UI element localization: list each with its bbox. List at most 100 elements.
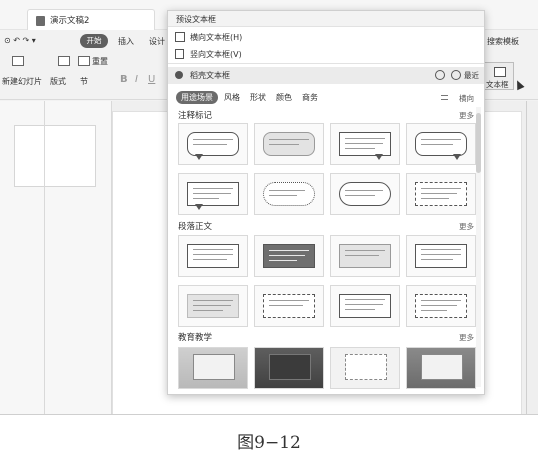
layout-icon[interactable] bbox=[58, 56, 70, 66]
template-card[interactable] bbox=[406, 235, 476, 277]
template-card[interactable] bbox=[254, 235, 324, 277]
speech-tail-icon bbox=[195, 154, 203, 160]
template-preview bbox=[255, 348, 323, 388]
template-card[interactable] bbox=[330, 347, 400, 389]
new-slide-icon[interactable] bbox=[12, 56, 24, 66]
template-preview bbox=[407, 348, 475, 388]
template-card[interactable] bbox=[254, 123, 324, 165]
tab-use-scene[interactable]: 用途场景 bbox=[176, 91, 218, 104]
category-tabs: 用途场景 风格 形状 颜色 商务 横向 bbox=[168, 89, 484, 107]
speech-tail-icon bbox=[453, 154, 461, 160]
section-title-education: 教育教学 bbox=[178, 333, 213, 343]
vertical-textbox-item[interactable]: 竖向文本框(V) bbox=[168, 46, 484, 63]
template-card[interactable] bbox=[330, 173, 400, 215]
scrollbar[interactable] bbox=[476, 107, 481, 387]
template-card[interactable] bbox=[406, 285, 476, 327]
template-preview bbox=[339, 244, 391, 268]
docer-textbox-label: 稻壳文本框 bbox=[190, 71, 230, 80]
speech-tail-icon bbox=[195, 204, 203, 210]
template-card[interactable] bbox=[254, 347, 324, 389]
textbox-button-label: 文本框 bbox=[486, 80, 509, 89]
panel-divider bbox=[44, 101, 45, 414]
vertical-textbox-icon bbox=[175, 49, 184, 59]
section-more-education[interactable]: 更多 bbox=[459, 332, 474, 343]
template-card[interactable] bbox=[406, 123, 476, 165]
template-card[interactable] bbox=[330, 285, 400, 327]
section-title-paragraph: 段落正文 bbox=[178, 222, 213, 232]
template-preview bbox=[339, 132, 391, 156]
recent-label[interactable]: 最近 bbox=[464, 70, 479, 81]
smile-icon[interactable] bbox=[435, 70, 445, 80]
speech-tail-icon bbox=[375, 154, 383, 160]
dropdown-header-title: 预设文本框 bbox=[176, 15, 216, 24]
template-preview bbox=[263, 294, 315, 318]
template-preview bbox=[331, 348, 399, 388]
italic-button[interactable]: I bbox=[135, 74, 138, 85]
bold-button[interactable]: B bbox=[120, 74, 128, 85]
menu-insert-tab[interactable]: 插入 bbox=[118, 36, 134, 47]
template-preview bbox=[415, 294, 467, 318]
docer-logo-icon bbox=[175, 71, 183, 79]
template-preview bbox=[187, 182, 239, 206]
slide-thumbnail[interactable] bbox=[14, 125, 96, 187]
scrollbar-thumb[interactable] bbox=[476, 113, 481, 173]
template-card[interactable] bbox=[178, 347, 248, 389]
window-right-border bbox=[526, 101, 527, 414]
horizontal-textbox-label: 横向文本框(H) bbox=[190, 33, 243, 42]
section-button[interactable]: 节 bbox=[80, 76, 88, 87]
sort-icon bbox=[441, 95, 448, 100]
template-card[interactable] bbox=[178, 173, 248, 215]
template-preview bbox=[415, 132, 467, 156]
horizontal-textbox-icon bbox=[175, 32, 185, 42]
template-preview bbox=[263, 132, 315, 156]
template-preview bbox=[415, 182, 467, 206]
menu-search-templates[interactable]: 搜索模板 bbox=[487, 36, 519, 47]
template-card[interactable] bbox=[178, 123, 248, 165]
template-card[interactable] bbox=[178, 235, 248, 277]
tab-business[interactable]: 商务 bbox=[302, 92, 318, 103]
template-preview bbox=[263, 244, 315, 268]
section-title-annotation: 注释标记 bbox=[178, 111, 213, 121]
template-card[interactable] bbox=[330, 123, 400, 165]
template-card[interactable] bbox=[178, 285, 248, 327]
template-card[interactable] bbox=[330, 235, 400, 277]
document-tab[interactable]: 演示文稿2 bbox=[27, 9, 155, 30]
reset-icon[interactable] bbox=[78, 56, 90, 66]
figure-caption: 图9−12 bbox=[237, 433, 301, 453]
textbox-dropdown-panel: 预设文本框 横向文本框(H) 竖向文本框(V) 稻壳文本框 最近 用途场景 风格… bbox=[167, 10, 485, 395]
slide-thumbnail-panel bbox=[0, 101, 112, 414]
tab-shape[interactable]: 形状 bbox=[250, 92, 266, 103]
template-preview bbox=[415, 244, 467, 268]
template-preview bbox=[339, 294, 391, 318]
dropdown-header: 预设文本框 bbox=[168, 11, 484, 27]
section-more-annotation[interactable]: 更多 bbox=[459, 110, 474, 121]
menu-design-tab[interactable]: 设计 bbox=[149, 36, 165, 47]
template-card[interactable] bbox=[254, 285, 324, 327]
underline-button[interactable]: U bbox=[148, 74, 155, 85]
orientation-toggle[interactable]: 横向 bbox=[459, 93, 474, 104]
clock-icon[interactable] bbox=[451, 70, 461, 80]
tab-color[interactable]: 颜色 bbox=[276, 92, 292, 103]
textbox-dropdown-button[interactable]: 文本框 bbox=[484, 62, 514, 90]
section-more-paragraph[interactable]: 更多 bbox=[459, 221, 474, 232]
layout-button[interactable]: 版式 bbox=[50, 76, 66, 87]
menu-start-tab[interactable]: 开始 bbox=[80, 34, 108, 48]
new-slide-button[interactable]: 新建幻灯片 bbox=[2, 76, 42, 87]
template-card[interactable] bbox=[406, 347, 476, 389]
template-preview bbox=[187, 132, 239, 156]
template-preview bbox=[263, 182, 315, 206]
presentation-file-icon bbox=[36, 16, 45, 26]
dropdown-separator bbox=[168, 63, 484, 64]
reset-button[interactable]: 重置 bbox=[92, 56, 108, 67]
template-card[interactable] bbox=[406, 173, 476, 215]
template-preview bbox=[339, 182, 391, 206]
document-tab-title: 演示文稿2 bbox=[50, 16, 90, 26]
template-card[interactable] bbox=[254, 173, 324, 215]
vertical-textbox-label: 竖向文本框(V) bbox=[190, 50, 242, 59]
template-preview bbox=[187, 244, 239, 268]
horizontal-textbox-item[interactable]: 横向文本框(H) bbox=[168, 29, 484, 46]
docer-textbox-row[interactable]: 稻壳文本框 最近 bbox=[168, 67, 484, 84]
template-preview bbox=[179, 348, 247, 388]
tab-style[interactable]: 风格 bbox=[224, 92, 240, 103]
quick-access-icons[interactable]: ⊙ ↶ ↷ ▾ bbox=[4, 36, 36, 45]
